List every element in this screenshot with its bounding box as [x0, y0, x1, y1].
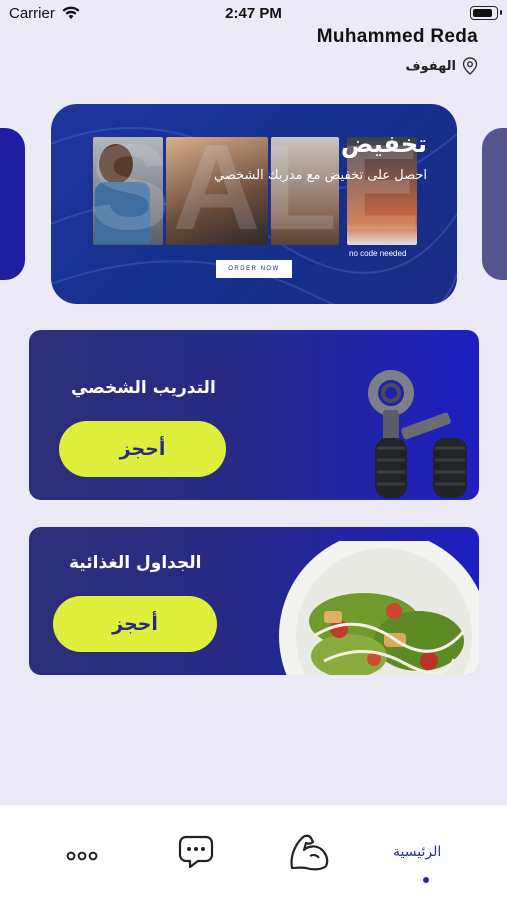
hand-gripper-image — [368, 370, 467, 498]
nutrition-plans-card[interactable]: الجداول الغذائية أحجز — [29, 527, 479, 675]
active-tab-indicator — [423, 877, 429, 883]
status-time: 2:47 PM — [225, 5, 282, 22]
book-nutrition-plan-button[interactable]: أحجز — [53, 596, 217, 652]
location-text: الهفوف — [405, 58, 456, 74]
battery-level-fill — [473, 9, 492, 17]
chat-bubble-icon — [178, 835, 214, 869]
tab-chat[interactable] — [178, 835, 214, 873]
app-screen: Carrier 2:47 PM Muhammed Reda الهفوف SAL… — [0, 0, 507, 900]
tab-home-label: الرئيسية — [393, 844, 442, 860]
card-title: التدريب الشخصي — [71, 378, 216, 398]
flexed-arm-icon — [290, 834, 329, 871]
previous-banner-peek[interactable] — [0, 128, 25, 280]
personal-training-card[interactable]: التدريب الشخصي أحجز — [29, 330, 479, 500]
promo-banner[interactable]: SALE تخفيض احصل على تخفيض مع مدربك الشخص… — [51, 104, 457, 304]
user-name: Muhammed Reda — [316, 26, 478, 47]
salad-plate-image — [279, 541, 479, 675]
banner-title: تخفيض — [340, 130, 427, 158]
more-dots-icon — [66, 851, 98, 861]
tab-home[interactable]: الرئيسية — [393, 841, 441, 860]
location-row[interactable]: الهفوف — [405, 57, 478, 75]
order-now-button[interactable]: ORDER NOW — [216, 260, 292, 278]
banner-subtitle: احصل على تخفيض مع مدربك الشخصي — [214, 168, 427, 183]
banner-code-note: no code needed — [349, 249, 407, 258]
next-banner-peek[interactable] — [482, 128, 507, 280]
status-bar: Carrier 2:47 PM — [0, 0, 507, 28]
book-personal-training-button[interactable]: أحجز — [59, 421, 226, 477]
map-pin-icon — [462, 57, 478, 75]
tab-more[interactable] — [66, 846, 98, 865]
tab-workout[interactable] — [288, 832, 332, 876]
card-title: الجداول الغذائية — [69, 553, 202, 573]
battery-icon — [470, 6, 502, 20]
